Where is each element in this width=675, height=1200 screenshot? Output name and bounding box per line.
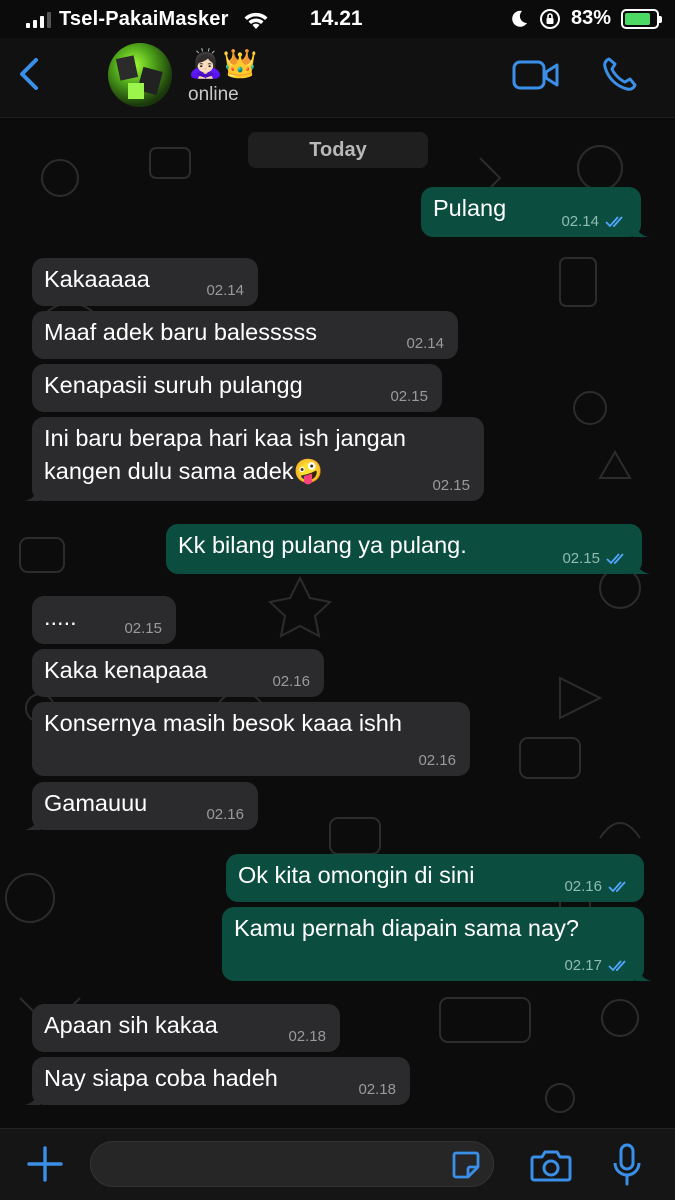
message-text: Maaf adek baru balesssss — [44, 319, 318, 345]
battery-fill — [625, 12, 650, 25]
message-text: Ok kita omongin di sini — [238, 862, 475, 888]
clock: 14.21 — [310, 7, 363, 30]
message-time: 02.15 — [432, 477, 470, 494]
signal-icon — [26, 11, 51, 28]
message-text: Kk bilang pulang ya pulang. — [178, 532, 467, 558]
message-bubble-incoming[interactable]: Apaan sih kakaa 02.18 — [32, 1004, 340, 1052]
message-bubble-outgoing[interactable]: Ok kita omongin di sini 02.16 — [226, 854, 644, 902]
carrier-name: Tsel-PakaiMasker — [59, 8, 229, 30]
message-text: Konsernya masih besok kaaa ishh — [44, 710, 402, 736]
message-time: 02.18 — [288, 1028, 326, 1045]
message-bubble-incoming[interactable]: Kaka kenapaaa 02.16 — [32, 649, 324, 697]
message-bubble-incoming[interactable]: ..... 02.15 — [32, 596, 176, 644]
message-text: ..... — [44, 604, 77, 630]
message-bubble-incoming[interactable]: Nay siapa coba hadeh 02.18 — [24, 1057, 410, 1105]
contact-name[interactable]: 🙇🏻‍♀️👑 — [188, 48, 258, 80]
date-separator: Today — [248, 132, 428, 168]
message-text: Apaan sih kakaa — [44, 1012, 218, 1038]
message-bubble-outgoing[interactable]: Kamu pernah diapain sama nay? 02.17 — [222, 907, 652, 981]
moon-icon — [512, 10, 527, 27]
message-time: 02.14 — [206, 282, 244, 299]
message-bubble-incoming[interactable]: Gamauuu 02.16 — [24, 782, 258, 830]
message-time: 02.15 — [390, 388, 428, 405]
battery-charging-icon — [621, 8, 662, 29]
message-time: 02.15 — [562, 550, 628, 568]
message-bubble-incoming[interactable]: Kakaaaaa 02.14 — [32, 258, 258, 306]
message-text: Kakaaaaa — [44, 266, 150, 292]
message-time: 02.16 — [564, 878, 630, 896]
message-time: 02.14 — [561, 213, 627, 231]
message-text: Gamauuu — [44, 790, 148, 816]
message-bubble-incoming[interactable]: Konsernya masih besok kaaa ishh 02.16 — [32, 702, 470, 776]
wifi-icon — [244, 12, 268, 29]
camera-icon[interactable] — [530, 1147, 572, 1183]
read-ticks-icon — [605, 216, 623, 228]
presence-status: online — [188, 84, 239, 105]
rotation-lock-icon — [539, 8, 560, 29]
chat-area[interactable]: Today Pulang 02.14 Kakaaaaa 02.14 Maaf a… — [0, 118, 675, 1128]
battery-percent: 83% — [570, 7, 611, 29]
message-time: 02.17 — [564, 957, 630, 975]
message-bubble-outgoing[interactable]: Pulang 02.14 — [421, 187, 649, 237]
plus-icon[interactable] — [26, 1145, 64, 1183]
message-bubble-incoming[interactable]: Maaf adek baru balesssss 02.14 — [32, 311, 458, 359]
message-time: 02.16 — [418, 752, 456, 769]
read-ticks-icon — [608, 881, 626, 893]
status-bar: Tsel-PakaiMasker 14.21 83% — [0, 0, 675, 38]
back-chevron-icon[interactable] — [10, 52, 50, 96]
phone-call-icon[interactable] — [600, 54, 640, 94]
message-text: Kamu pernah diapain sama nay? — [234, 915, 579, 941]
message-time: 02.14 — [406, 335, 444, 352]
message-text: Pulang — [433, 195, 507, 221]
message-text: Nay siapa coba hadeh — [44, 1065, 278, 1091]
message-text: Kaka kenapaaa — [44, 657, 208, 683]
message-time: 02.15 — [124, 620, 162, 637]
microphone-icon[interactable] — [612, 1143, 642, 1187]
avatar[interactable] — [108, 43, 172, 107]
message-bubble-incoming[interactable]: Kenapasii suruh pulangg 02.15 — [32, 364, 442, 412]
message-input-bar — [0, 1128, 675, 1200]
chat-header: 🙇🏻‍♀️👑 online — [0, 38, 675, 118]
message-text: Ini baru berapa hari kaa ish jangan kang… — [44, 425, 413, 484]
message-time: 02.18 — [358, 1081, 396, 1098]
message-time: 02.16 — [272, 673, 310, 690]
sticker-icon[interactable] — [450, 1149, 482, 1181]
message-time: 02.16 — [206, 806, 244, 823]
message-bubble-outgoing[interactable]: Kk bilang pulang ya pulang. 02.15 — [166, 524, 650, 574]
video-call-icon[interactable] — [512, 58, 560, 92]
message-text: Kenapasii suruh pulangg — [44, 372, 303, 398]
message-input[interactable] — [90, 1141, 494, 1187]
read-ticks-icon — [606, 553, 624, 565]
message-bubble-incoming[interactable]: Ini baru berapa hari kaa ish jangan kang… — [24, 417, 484, 501]
read-ticks-icon — [608, 960, 626, 972]
